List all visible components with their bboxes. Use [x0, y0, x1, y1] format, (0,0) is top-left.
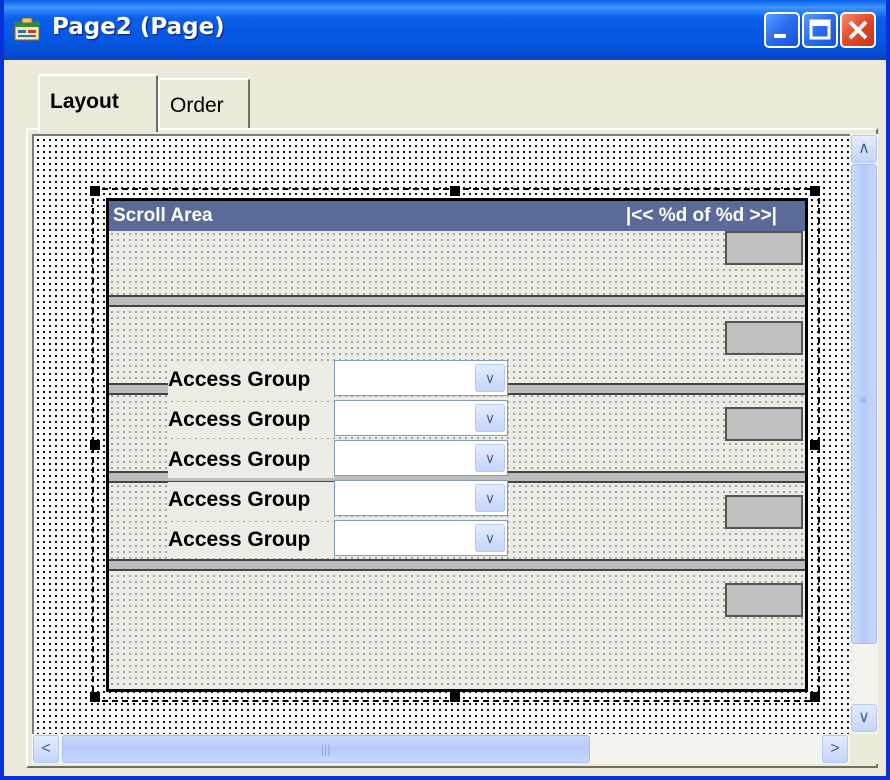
row-separator	[109, 295, 805, 307]
grid-control-box[interactable]	[725, 495, 803, 529]
close-icon	[848, 20, 868, 40]
chevron-down-icon[interactable]: ∨	[475, 524, 505, 552]
access-group-label: Access Group	[168, 362, 334, 398]
access-group-dropdown[interactable]: ∨	[334, 360, 508, 396]
access-group-dropdown[interactable]: ∨	[334, 520, 508, 556]
scrollbar-corner	[850, 734, 878, 764]
scroll-area-header: Scroll Area |<< %d of %d >>|	[109, 201, 805, 231]
grid-control-box[interactable]	[725, 407, 803, 441]
maximize-button[interactable]	[802, 12, 838, 48]
chevron-down-icon[interactable]: ∨	[475, 484, 505, 512]
row-separator	[109, 559, 805, 571]
scroll-area-title: Scroll Area	[113, 205, 213, 226]
access-group-dropdown[interactable]: ∨	[334, 400, 508, 436]
chevron-right-icon: >	[830, 740, 840, 757]
scroll-right-button[interactable]: >	[822, 735, 848, 763]
minimize-button[interactable]	[764, 12, 800, 48]
chevron-down-icon[interactable]: ∨	[475, 364, 505, 392]
chevron-up-icon: ∧	[858, 140, 870, 157]
tab-strip: Layout Order	[4, 70, 886, 132]
resize-handle[interactable]	[810, 440, 820, 450]
scroll-area-navigation[interactable]: |<< %d of %d >>|	[626, 205, 777, 227]
maximize-icon	[809, 19, 831, 40]
scroll-left-button[interactable]: <	[33, 735, 59, 763]
horizontal-scrollbar[interactable]: < ||| >	[32, 734, 850, 764]
tab-order[interactable]: Order	[158, 78, 250, 128]
grip-icon: |||	[321, 742, 331, 756]
resize-handle[interactable]	[810, 186, 820, 196]
minimize-icon	[774, 34, 786, 38]
resize-handle[interactable]	[810, 692, 820, 702]
resize-handle[interactable]	[90, 440, 100, 450]
access-group-label: Access Group	[168, 402, 334, 438]
access-group-label: Access Group	[168, 522, 334, 558]
title-bar[interactable]: Page2 (Page)	[4, 0, 886, 60]
chevron-left-icon: <	[41, 740, 51, 757]
scroll-up-button[interactable]: ∧	[851, 135, 877, 163]
access-group-dropdown[interactable]: ∨	[334, 440, 508, 476]
chevron-down-icon: ∨	[858, 709, 870, 726]
page-icon	[14, 18, 40, 41]
resize-handle[interactable]	[90, 692, 100, 702]
grid-control-box[interactable]	[725, 321, 803, 355]
window-title: Page2 (Page)	[52, 14, 225, 40]
scroll-down-button[interactable]: ∨	[851, 704, 877, 732]
chevron-down-icon[interactable]: ∨	[475, 404, 505, 432]
access-group-dropdown[interactable]: ∨	[334, 480, 508, 516]
vertical-scroll-thumb[interactable]: ≡	[851, 164, 877, 644]
access-group-label: Access Group	[168, 482, 334, 518]
resize-handle[interactable]	[450, 692, 460, 702]
resize-handle[interactable]	[90, 186, 100, 196]
tab-layout[interactable]: Layout	[38, 74, 158, 132]
page-window: Page2 (Page) Layout Order Scroll Area |<…	[0, 0, 890, 780]
grip-icon: ≡	[860, 393, 868, 407]
chevron-down-icon[interactable]: ∨	[475, 444, 505, 472]
access-group-label: Access Group	[168, 442, 334, 478]
grid-control-box[interactable]	[725, 583, 803, 617]
close-button[interactable]	[840, 12, 876, 48]
resize-handle[interactable]	[450, 186, 460, 196]
horizontal-scroll-thumb[interactable]: |||	[62, 735, 590, 763]
vertical-scrollbar[interactable]: ∧ ≡ ∨	[850, 134, 878, 734]
grid-control-box[interactable]	[725, 231, 803, 265]
